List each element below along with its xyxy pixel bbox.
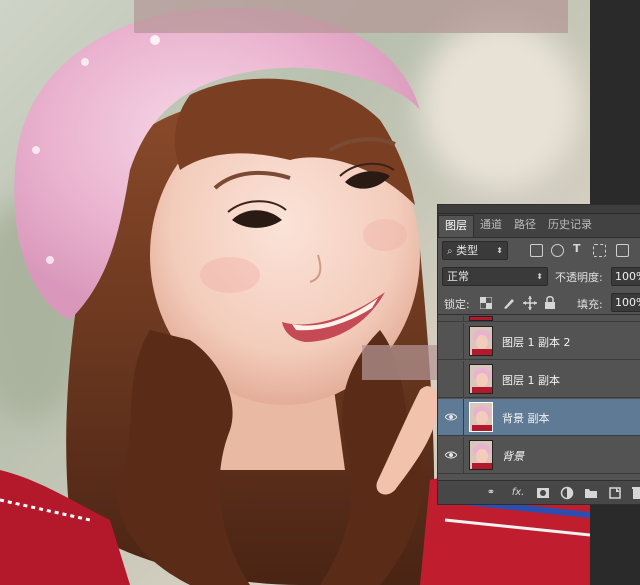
layer-filter-row: ⌕ 类型 ⬍ T (438, 239, 640, 263)
layer-name[interactable]: 图层 1 副本 (502, 372, 560, 388)
tab-history[interactable]: 历史记录 (542, 215, 598, 237)
layer-row[interactable]: 图层 1 副本 (438, 361, 640, 398)
opacity-field[interactable]: 100% (611, 267, 640, 286)
search-icon: ⌕ (447, 246, 453, 257)
layer-row[interactable]: 背景 (438, 437, 640, 474)
panel-title-bar[interactable] (438, 205, 640, 214)
visibility-toggle[interactable] (438, 361, 464, 398)
adjustment-icon[interactable] (560, 486, 574, 500)
layer-row[interactable]: 图层 1 副本 2 (438, 323, 640, 360)
tab-paths[interactable]: 路径 (508, 215, 542, 237)
lock-row: 锁定: 填充: 100% (438, 291, 640, 315)
new-layer-icon[interactable] (608, 486, 622, 500)
eye-icon (445, 451, 457, 459)
layer-thumbnail (469, 440, 493, 470)
panel-bottom-bar: ⚭ fx. (438, 480, 640, 504)
updown-arrows-icon: ⬍ (496, 246, 503, 255)
shape-filter-icon[interactable] (593, 244, 606, 257)
link-icon[interactable]: ⚭ (484, 486, 498, 500)
lock-transparent-pixels-icon[interactable] (480, 297, 492, 309)
visibility-toggle[interactable] (438, 323, 464, 360)
layer-row-selected[interactable]: 背景 副本 (438, 399, 640, 436)
layer-thumbnail (469, 364, 493, 394)
pixel-filter-icon[interactable] (530, 244, 543, 257)
tab-layers[interactable]: 图层 (438, 215, 474, 237)
blend-row: 正常 ⬍ 不透明度: 100% (438, 265, 640, 289)
folder-icon[interactable] (584, 486, 598, 500)
layers-panel: 图层 通道 路径 历史记录 ⌕ 类型 ⬍ T 正常 ⬍ 不透明度: 100% 锁… (437, 204, 640, 505)
blend-mode-value: 正常 (447, 270, 469, 283)
lock-label: 锁定: (444, 298, 470, 311)
fill-field[interactable]: 100% (611, 293, 640, 312)
lock-all-icon[interactable] (544, 295, 556, 310)
filter-type-label: 类型 (456, 244, 479, 257)
layer-name[interactable]: 背景 副本 (502, 410, 550, 426)
smart-object-filter-icon[interactable] (616, 244, 629, 257)
adjustment-filter-icon[interactable] (551, 244, 564, 257)
fx-icon[interactable]: fx. (508, 486, 528, 500)
fill-label: 填充: (577, 298, 603, 311)
mask-icon[interactable] (536, 486, 550, 500)
blend-mode-select[interactable]: 正常 ⬍ (442, 267, 548, 286)
layer-filter-select[interactable]: ⌕ 类型 ⬍ (442, 241, 508, 260)
opacity-label: 不透明度: (555, 271, 603, 284)
visibility-toggle[interactable] (438, 399, 464, 436)
eye-icon (445, 413, 457, 421)
lock-position-icon[interactable] (523, 296, 537, 310)
tab-channels[interactable]: 通道 (474, 215, 508, 237)
layer-name[interactable]: 背景 (502, 448, 524, 464)
layer-thumbnail (469, 402, 493, 432)
lock-image-pixels-icon[interactable] (502, 296, 516, 310)
panel-tabs: 图层 通道 路径 历史记录 (438, 214, 640, 238)
layer-thumbnail (469, 316, 493, 321)
type-filter-icon[interactable]: T (573, 242, 581, 255)
updown-arrows-icon: ⬍ (536, 272, 543, 281)
visibility-toggle[interactable] (438, 316, 464, 322)
layer-name[interactable]: 图层 1 副本 2 (502, 334, 571, 350)
watermark-strip (134, 0, 568, 33)
layer-row-partial[interactable] (438, 316, 640, 322)
trash-icon[interactable] (630, 486, 640, 500)
layer-thumbnail (469, 326, 493, 356)
visibility-toggle[interactable] (438, 437, 464, 474)
